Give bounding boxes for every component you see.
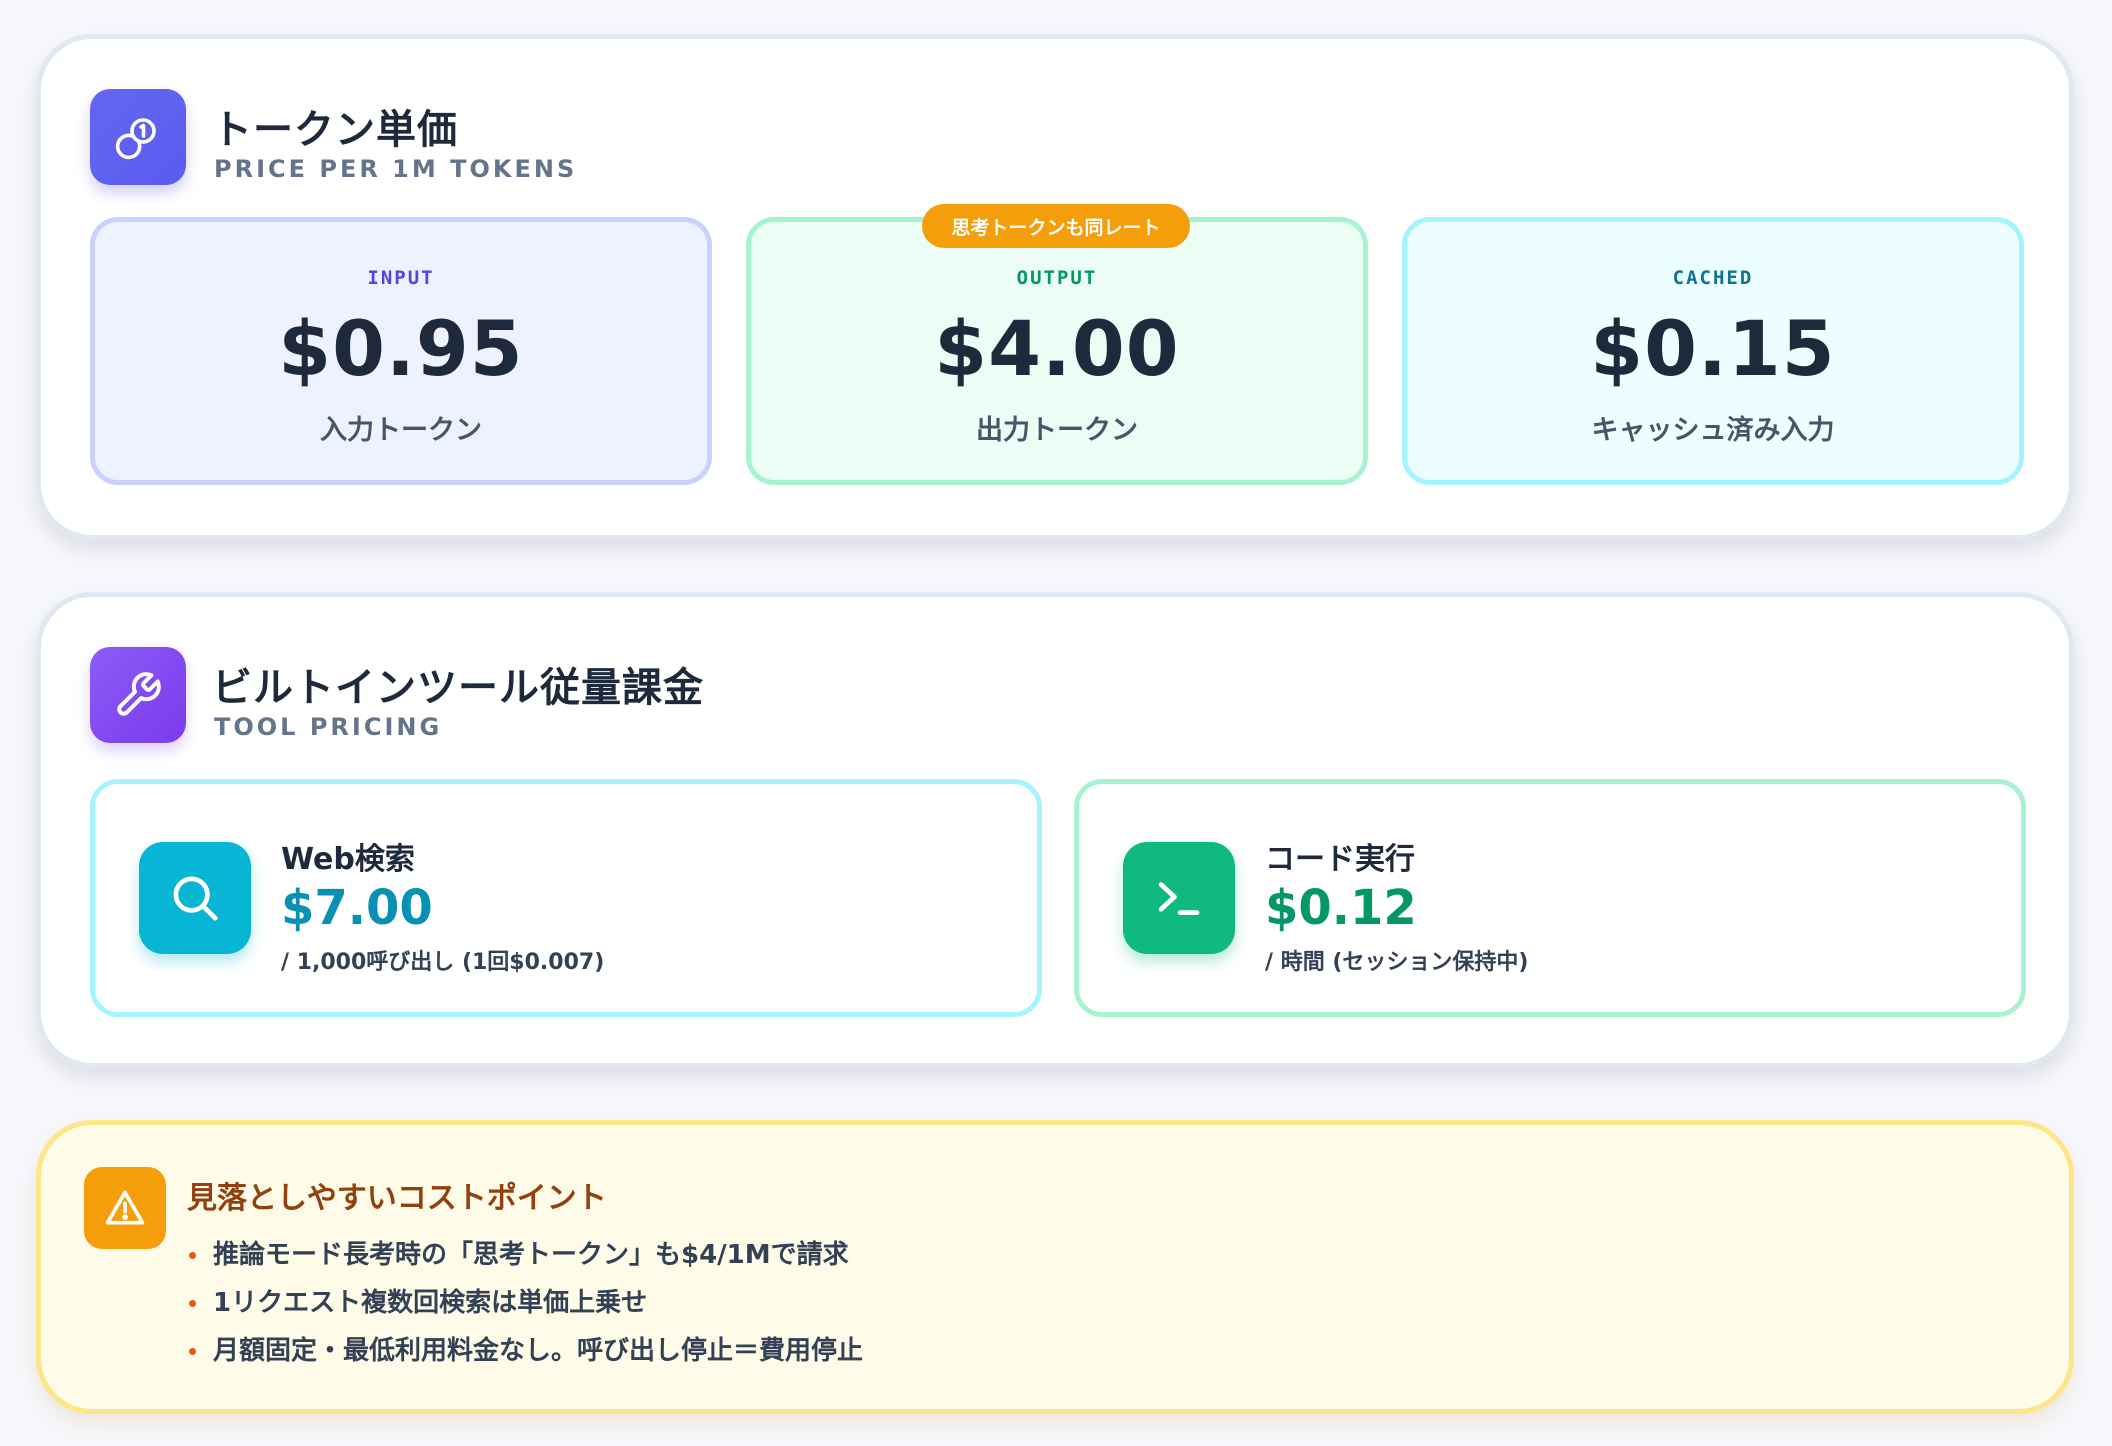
list-item: 1リクエスト複数回検索は単価上乗せ — [187, 1279, 863, 1327]
list-item: 推論モード長考時の「思考トークン」も$4/1Mで請求 — [187, 1231, 863, 1279]
tool-unit: / 時間 (セッション保持中) — [1265, 950, 1529, 975]
tool-name: コード実行 — [1265, 842, 1415, 877]
price-description: 出力トークン — [976, 415, 1138, 446]
output-price-box: 思考トークンも同レート OUTPUT $4.00 出力トークン — [746, 204, 1368, 485]
cached-price-box: CACHED $0.15 キャッシュ済み入力 — [1402, 217, 2024, 485]
thinking-token-badge: 思考トークンも同レート — [922, 204, 1190, 248]
warning-list: 推論モード長考時の「思考トークン」も$4/1Mで請求 1リクエスト複数回検索は単… — [187, 1231, 863, 1375]
tool-price: $0.12 — [1265, 880, 1417, 936]
price-label: CACHED — [1672, 267, 1754, 289]
price-description: キャッシュ済み入力 — [1591, 415, 1835, 446]
price-label: OUTPUT — [1016, 267, 1098, 289]
price-value: $4.00 — [934, 304, 1180, 393]
price-label: INPUT — [367, 267, 435, 289]
wrench-icon — [90, 647, 186, 743]
search-icon — [139, 842, 251, 954]
coins-icon — [90, 89, 186, 185]
section-subtitle: PRICE PER 1M TOKENS — [214, 155, 578, 183]
input-price-box: INPUT $0.95 入力トークン — [90, 217, 712, 485]
price-description: 入力トークン — [320, 415, 482, 446]
section-title: トークン単価 — [212, 107, 458, 153]
section-subtitle: TOOL PRICING — [214, 713, 443, 741]
warning-icon — [84, 1167, 166, 1249]
price-value: $0.95 — [278, 304, 524, 393]
tool-price: $7.00 — [281, 880, 433, 936]
tool-unit: / 1,000呼び出し (1回$0.007) — [281, 950, 605, 975]
cost-warning-card: 見落としやすいコストポイント 推論モード長考時の「思考トークン」も$4/1Mで請… — [36, 1120, 2074, 1414]
web-search-pricing: Web検索 $7.00 / 1,000呼び出し (1回$0.007) — [90, 779, 1042, 1017]
tool-name: Web検索 — [281, 842, 415, 877]
code-execution-pricing: コード実行 $0.12 / 時間 (セッション保持中) — [1074, 779, 2026, 1017]
section-title: ビルトインツール従量課金 — [212, 665, 704, 711]
tool-pricing-card: ビルトインツール従量課金 TOOL PRICING Web検索 $7.00 / … — [36, 592, 2074, 1068]
terminal-icon — [1123, 842, 1235, 954]
warning-title: 見落としやすいコストポイント — [187, 1181, 607, 1216]
list-item: 月額固定・最低利用料金なし。呼び出し停止＝費用停止 — [187, 1327, 863, 1375]
price-value: $0.15 — [1590, 304, 1836, 393]
token-pricing-card: トークン単価 PRICE PER 1M TOKENS INPUT $0.95 入… — [36, 34, 2074, 540]
